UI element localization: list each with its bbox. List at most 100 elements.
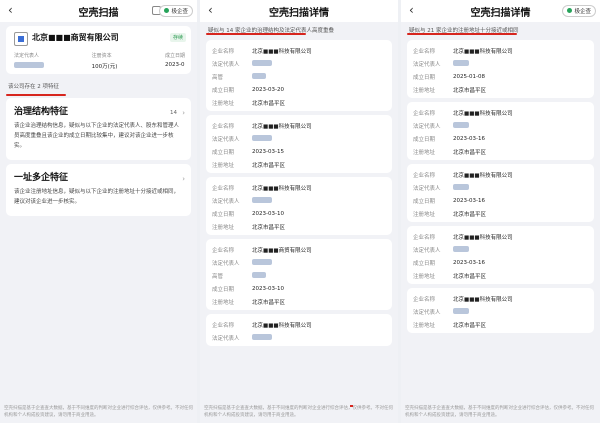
field-label: 法定代表人 (212, 61, 240, 68)
field-label: 成立日期 (212, 149, 235, 156)
disclaimer: 空壳扫描是基于企查查大数据，基于不同维度的判断对企业进行综合评估，仅供参考。不对… (405, 405, 596, 419)
field-company[interactable]: 北京■■■科技有限公司 (252, 122, 386, 130)
meta-label: 注册资本 (91, 53, 112, 59)
field-address: 北京市昌平区 (252, 299, 286, 306)
field-label: 注册地址 (413, 322, 436, 329)
meta-label: 成立日期 (164, 53, 185, 59)
company-list-item[interactable]: 企业名称 北京■■■科技有限公司 法定代表人 成立日期 2025-01-08 注册地… (407, 40, 594, 98)
company-list-item[interactable]: 企业名称 北京■■■科技有限公司 法定代表人 成立日期 2023-03-15 注册地… (206, 115, 392, 173)
redacted-block (453, 246, 469, 253)
field-company[interactable]: 北京■■■科技有限公司 (453, 47, 588, 55)
field-label: 注册地址 (413, 87, 436, 94)
redacted-block (453, 184, 469, 191)
redacted-block (453, 308, 469, 315)
field-label: 企业名称 (212, 185, 235, 192)
section-text: 该企业治理结构信息，疑似与以下企业的法定代表人、股东和管理人员高度重叠且该企业的… (14, 123, 180, 149)
field-label: 成立日期 (212, 286, 235, 293)
company-list-item[interactable]: 企业名称 北京■■■科技有限公司 法定代表人 成立日期 2023-03-16 注册地… (407, 226, 594, 284)
field-address: 北京市昌平区 (453, 211, 487, 218)
feature-hint: 该公司存在 2 项特征 (8, 84, 59, 90)
field-label: 高管 (212, 74, 224, 81)
field-label: 法定代表人 (413, 123, 441, 130)
redacted-block (252, 135, 272, 142)
field-label: 法定代表人 (212, 260, 240, 267)
field-label: 法定代表人 (212, 335, 240, 342)
meta-label: 法定代表人 (14, 53, 40, 59)
field-company[interactable]: 北京■■■商贸有限公司 (252, 246, 386, 254)
field-label: 法定代表人 (413, 185, 441, 192)
company-list-item[interactable]: 企业名称 北京■■■科技有限公司 法定代表人 注册地址 北京市昌平区 (407, 288, 594, 333)
field-label: 法定代表人 (413, 247, 441, 254)
meta-date: 成立日期 2023-0 (165, 52, 185, 70)
company-name: 北京■■■商贸有限公司 (32, 33, 119, 42)
field-label: 企业名称 (413, 48, 436, 55)
field-label: 企业名称 (413, 234, 436, 241)
disclaimer: 空壳扫描是基于企查查大数据，基于不同维度的判断对企业进行综合评估，仅供参考。不对… (4, 406, 193, 418)
field-label: 成立日期 (413, 74, 436, 81)
field-date: 2023-03-15 (252, 148, 284, 155)
field-label: 企业名称 (212, 247, 235, 254)
field-label: 高管 (212, 273, 224, 280)
red-underline (206, 33, 306, 35)
red-mark (350, 405, 353, 407)
field-date: 2023-03-16 (453, 259, 485, 266)
field-label: 注册地址 (212, 299, 235, 306)
company-list-item[interactable]: 企业名称 北京■■■科技有限公司 法定代表人 (206, 314, 392, 346)
field-label: 注册地址 (212, 100, 235, 107)
field-address: 北京市昌平区 (252, 100, 286, 107)
redacted-block (252, 334, 272, 341)
section-title: 治理结构特征 (14, 107, 69, 117)
field-company[interactable]: 北京■■■科技有限公司 (453, 109, 588, 117)
field-company[interactable]: 北京■■■科技有限公司 (252, 184, 386, 192)
status-badge: 存续 (169, 33, 186, 42)
section-count: 14 (170, 110, 177, 116)
disclaimer: 空壳扫描是基于企查查大数据，基于不同维度的判断对企业进行综合评估，仅供参考。不对… (204, 405, 394, 419)
field-company[interactable]: 北京■■■科技有限公司 (453, 233, 588, 241)
company-list-item[interactable]: 企业名称 北京■■■科技有限公司 法定代表人 成立日期 2023-03-16 注册地… (407, 164, 594, 222)
redacted-block (453, 122, 469, 129)
feature-section[interactable]: 一址多企特征 › 该企业注册地址信息，疑似与以下企业的注册地址十分接近或相同，建… (6, 164, 191, 216)
section-title: 一址多企特征 (14, 173, 69, 183)
chevron-right-icon[interactable]: › (182, 109, 185, 117)
field-address: 北京市昌平区 (252, 162, 286, 169)
field-company[interactable]: 北京■■■科技有限公司 (252, 321, 386, 329)
feature-section[interactable]: 治理结构特征 14 › 该企业治理结构信息，疑似与以下企业的法定代表人、股东和管… (6, 98, 191, 160)
mini-program-label: 极企查 (574, 9, 591, 15)
brand-dot-icon (567, 8, 573, 13)
field-date: 2025-01-08 (453, 73, 485, 80)
company-list-item[interactable]: 企业名称 北京■■■科技有限公司 法定代表人 成立日期 2023-03-16 注册地… (407, 102, 594, 160)
company-list-item[interactable]: 企业名称 北京■■■科技有限公司 法定代表人 成立日期 2023-03-10 注册地… (206, 177, 392, 235)
field-company[interactable]: 北京■■■科技有限公司 (252, 47, 386, 55)
field-label: 成立日期 (212, 211, 235, 218)
section-text: 该企业注册地址信息，疑似与以下企业的注册地址十分接近或相同，建议对该企业进一步核… (14, 189, 180, 205)
field-company[interactable]: 北京■■■科技有限公司 (453, 171, 588, 179)
field-address: 北京市昌平区 (453, 87, 487, 94)
company-card[interactable]: 北京■■■商贸有限公司 存续 法定代表人 注册资本 100万(元) 成立日期 202… (6, 26, 191, 74)
field-label: 注册地址 (212, 224, 235, 231)
company-meta: 法定代表人 注册资本 100万(元) 成立日期 2023-0 (14, 52, 185, 70)
field-label: 注册地址 (212, 162, 235, 169)
field-label: 企业名称 (413, 172, 436, 179)
field-company[interactable]: 北京■■■科技有限公司 (453, 295, 588, 303)
field-label: 成立日期 (413, 260, 436, 267)
meta-value: 2023-0 (164, 62, 185, 68)
mini-program-badge[interactable]: 极企查 (562, 5, 596, 17)
mini-program-label: 极企查 (171, 9, 188, 15)
field-date: 2023-03-20 (252, 86, 284, 93)
field-label: 成立日期 (413, 136, 436, 143)
field-label: 法定代表人 (413, 309, 441, 316)
detail-panel-address: ‹ 空壳扫描详情 极企查 疑似与 21 家企业的注册地址十分接近或相同 企业名称… (401, 0, 600, 423)
chevron-right-icon[interactable]: › (182, 175, 185, 183)
field-date: 2023-03-16 (453, 197, 485, 204)
field-label: 法定代表人 (212, 136, 240, 143)
mini-program-badge[interactable]: 极企查 (159, 5, 193, 17)
redacted-block (252, 259, 272, 266)
redacted-block (14, 62, 44, 68)
company-logo-icon (14, 32, 28, 46)
field-label: 成立日期 (413, 198, 436, 205)
company-list-item[interactable]: 企业名称 北京■■■商贸有限公司 法定代表人 高管 成立日期 2023-03-10 … (206, 239, 392, 310)
field-label: 企业名称 (212, 48, 235, 55)
company-list-item[interactable]: 企业名称 北京■■■科技有限公司 法定代表人 高管 成立日期 2023-03-20 … (206, 40, 392, 111)
field-label: 注册地址 (413, 211, 436, 218)
redacted-block (252, 60, 272, 67)
